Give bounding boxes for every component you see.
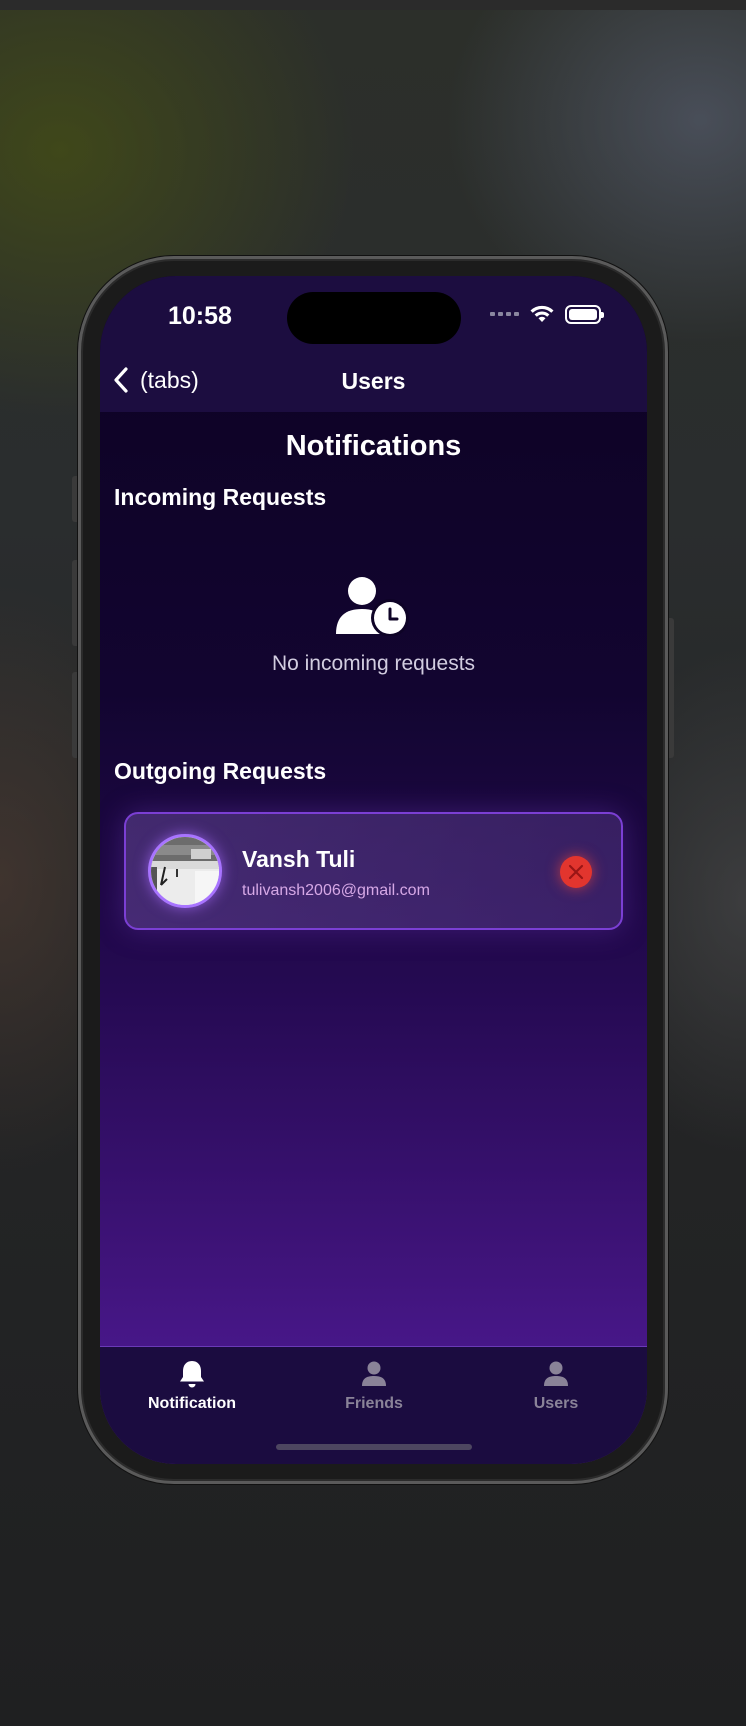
bell-icon: [180, 1361, 204, 1388]
empty-state-text: No incoming requests: [271, 652, 476, 675]
person-icon: [544, 1361, 568, 1386]
top-bar: [0, 0, 746, 10]
home-indicator[interactable]: [276, 1444, 472, 1450]
wifi-icon: [530, 305, 554, 322]
cellular-icon: [490, 312, 519, 316]
tab-label: Friends: [345, 1395, 403, 1412]
app-screen: 10:58 (tabs) Users Notifications Incomin…: [100, 276, 647, 1464]
person-icon: [362, 1361, 386, 1386]
tab-users[interactable]: Users: [486, 1359, 626, 1413]
status-icons: [490, 304, 604, 324]
cancel-request-button[interactable]: [560, 856, 592, 888]
avatar-photo: [151, 837, 219, 905]
status-time: 10:58: [168, 302, 232, 330]
page-title: Notifications: [285, 430, 462, 462]
request-card[interactable]: Vansh Tuli tulivansh2006@gmail.com: [124, 812, 623, 930]
tab-friends[interactable]: Friends: [304, 1359, 444, 1413]
tab-label: Users: [533, 1395, 579, 1412]
outgoing-requests-title: Outgoing Requests: [114, 758, 327, 784]
dynamic-island: [287, 292, 461, 344]
request-user-name: Vansh Tuli: [242, 846, 356, 872]
user-clock-icon: [336, 577, 409, 636]
request-user-email: tulivansh2006@gmail.com: [242, 882, 430, 899]
incoming-requests-title: Incoming Requests: [114, 484, 327, 510]
battery-icon: [565, 304, 604, 324]
tab-notification[interactable]: Notification: [122, 1359, 262, 1413]
tab-label: Notification: [148, 1395, 236, 1412]
nav-title: Users: [341, 368, 406, 394]
avatar: [148, 834, 222, 908]
close-icon: [568, 864, 584, 880]
